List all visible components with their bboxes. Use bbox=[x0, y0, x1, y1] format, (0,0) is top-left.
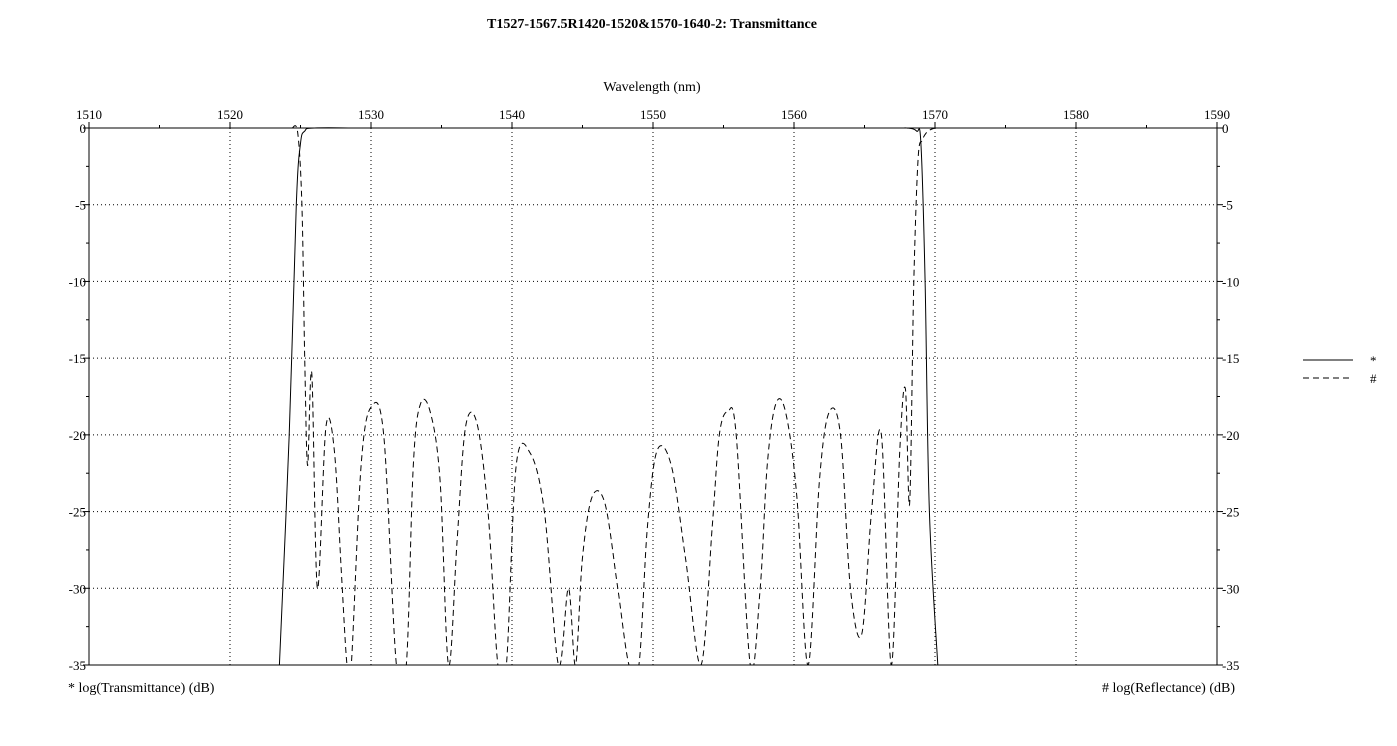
left-y-axis-label: * log(Transmittance) (dB) bbox=[68, 681, 215, 696]
x-tick-label: 1520 bbox=[217, 107, 243, 122]
y-tick-label-right: -20 bbox=[1222, 428, 1239, 443]
y-tick-label-left: -35 bbox=[69, 658, 86, 673]
chart: T1527-1567.5R1420-1520&1570-1640-2: Tran… bbox=[68, 17, 1377, 696]
y-tick-label-right: -30 bbox=[1222, 581, 1239, 596]
x-tick-label: 1570 bbox=[922, 107, 948, 122]
y-tick-label-right: -10 bbox=[1222, 274, 1239, 289]
x-tick-label: 1550 bbox=[640, 107, 666, 122]
chart-title: T1527-1567.5R1420-1520&1570-1640-2: Tran… bbox=[487, 17, 817, 32]
series-group bbox=[278, 125, 939, 665]
series-line-transmittance bbox=[278, 127, 939, 665]
y-tick-label-left: -25 bbox=[69, 505, 86, 520]
series-line-reflectance bbox=[291, 125, 936, 665]
x-tick-label: 1580 bbox=[1063, 107, 1089, 122]
y-tick-label-right: -5 bbox=[1222, 198, 1233, 213]
y-tick-label-left: -5 bbox=[75, 198, 86, 213]
y-tick-label-left: -10 bbox=[69, 274, 86, 289]
x-tick-label: 1560 bbox=[781, 107, 807, 122]
x-tick-label: 1540 bbox=[499, 107, 525, 122]
x-tick-label: 1530 bbox=[358, 107, 384, 122]
y-tick-label-left: -30 bbox=[69, 581, 86, 596]
axis-ticks: 1510 1520 1530 1540 1550 1560 1570 1580 15900 0-5… bbox=[69, 107, 1240, 673]
y-tick-label-left: -15 bbox=[69, 351, 86, 366]
legend-label: # bbox=[1370, 371, 1377, 386]
y-tick-label-right: 0 bbox=[1222, 121, 1229, 136]
x-axis-label: Wavelength (nm) bbox=[603, 80, 701, 95]
y-tick-label-right: -15 bbox=[1222, 351, 1239, 366]
y-tick-label-right: -35 bbox=[1222, 658, 1239, 673]
y-tick-label-right: -25 bbox=[1222, 505, 1239, 520]
right-y-axis-label: # log(Reflectance) (dB) bbox=[1102, 681, 1235, 696]
legend-label: * bbox=[1370, 353, 1377, 368]
y-tick-label-left: 0 bbox=[80, 121, 87, 136]
x-tick-label: 1590 bbox=[1204, 107, 1230, 122]
x-tick-label: 1510 bbox=[76, 107, 102, 122]
y-tick-label-left: -20 bbox=[69, 428, 86, 443]
legend: *# bbox=[1303, 353, 1377, 386]
grid bbox=[89, 128, 1217, 665]
